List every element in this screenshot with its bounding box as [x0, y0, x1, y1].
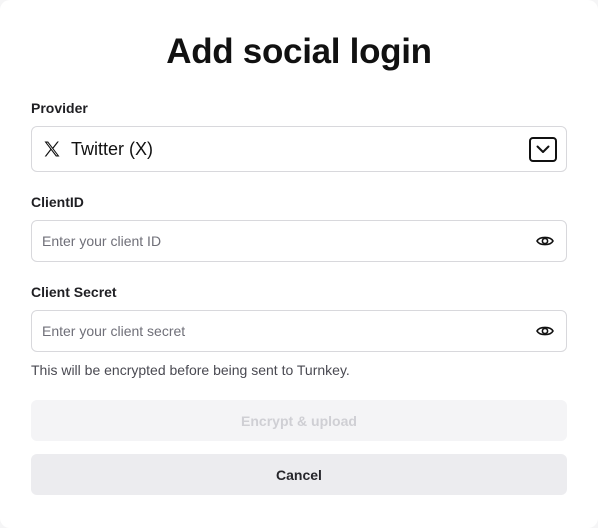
client-id-field-wrapper	[31, 220, 567, 262]
x-logo-icon	[42, 139, 62, 159]
encrypt-upload-button[interactable]: Encrypt & upload	[31, 400, 567, 441]
dialog-title: Add social login	[166, 32, 432, 71]
client-id-input[interactable]	[42, 221, 522, 261]
client-secret-field-wrapper	[31, 310, 567, 352]
eye-icon[interactable]	[536, 323, 554, 339]
eye-icon[interactable]	[536, 233, 554, 249]
provider-select[interactable]: Twitter (X)	[31, 126, 567, 172]
client-secret-input[interactable]	[42, 311, 522, 351]
add-social-login-dialog: Add social login Provider Twitter (X) Cl…	[0, 0, 598, 528]
cancel-button[interactable]: Cancel	[31, 454, 567, 495]
client-id-label: ClientID	[31, 194, 84, 210]
provider-label: Provider	[31, 100, 88, 116]
client-secret-helper-text: This will be encrypted before being sent…	[31, 362, 350, 378]
client-secret-label: Client Secret	[31, 284, 117, 300]
chevron-down-icon[interactable]	[529, 137, 557, 162]
provider-selected-value: Twitter (X)	[71, 138, 154, 159]
